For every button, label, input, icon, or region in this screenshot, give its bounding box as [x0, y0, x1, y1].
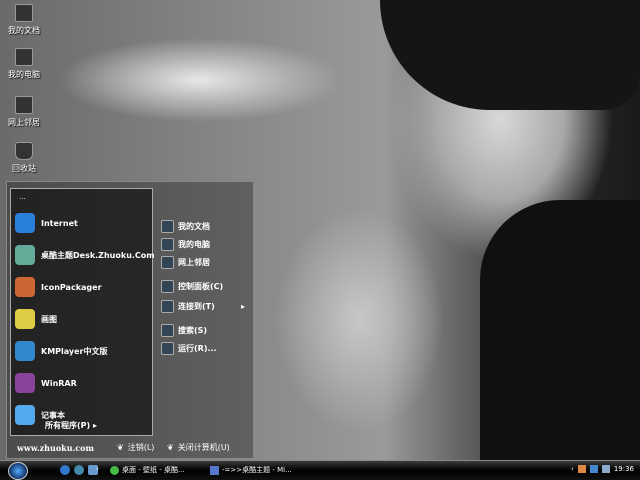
label: WinRAR — [41, 378, 77, 388]
label: 注销(L) — [127, 443, 155, 452]
label: 连接到(T) — [178, 302, 215, 311]
submenu-arrow-icon: ▸ — [241, 302, 246, 311]
label: 搜索(S) — [178, 326, 208, 335]
program-icon — [15, 309, 35, 329]
wallpaper-hair — [380, 0, 640, 110]
all-programs-button[interactable]: 所有程序(P) ▸ — [45, 420, 97, 431]
recycle-bin-icon — [15, 142, 33, 160]
label: 网上邻居 — [178, 258, 210, 267]
shutdown-button[interactable]: ❦ 关闭计算机(U) — [167, 442, 230, 453]
label: 桌酷主题Desk.Zhuoku.Com — [41, 250, 155, 260]
place-item[interactable]: 控制面板(C) — [161, 280, 223, 293]
label: 我的电脑 — [8, 70, 40, 79]
program-icon — [15, 213, 35, 233]
place-item[interactable]: 连接到(T) ▸ — [161, 300, 245, 313]
place-icon — [161, 342, 174, 355]
logoff-button[interactable]: ❦ 注销(L) — [117, 442, 154, 453]
network-tray-icon[interactable] — [589, 465, 598, 473]
browser-icon — [110, 465, 119, 475]
program-icon — [15, 277, 35, 297]
place-item[interactable]: 我的文档 — [161, 220, 210, 233]
label: 回收站 — [12, 164, 36, 173]
program-item[interactable]: Internet — [15, 212, 78, 234]
place-icon — [161, 300, 174, 313]
program-icon — [15, 373, 35, 393]
window-icon — [210, 465, 219, 475]
label: 画图 — [41, 314, 57, 324]
logoff-icon: ❦ — [117, 443, 124, 452]
place-item[interactable]: 搜索(S) — [161, 324, 207, 337]
system-tray: ‹ 19:36 — [571, 465, 634, 473]
program-item[interactable]: KMPlayer中文版 — [15, 340, 108, 362]
place-item[interactable]: 我的电脑 — [161, 238, 210, 251]
label: 控制面板(C) — [178, 282, 224, 291]
ie-quicklaunch-icon[interactable] — [60, 465, 70, 475]
desktop-icon-my-computer[interactable]: 我的电脑 — [2, 48, 46, 80]
program-item[interactable]: 画图 — [15, 308, 57, 330]
place-icon — [161, 220, 174, 233]
place-item[interactable]: 运行(R)... — [161, 342, 217, 355]
program-item[interactable]: 桌酷主题Desk.Zhuoku.Com — [15, 244, 155, 266]
taskbar: › 桌面 - 壁纸 - 桌酷... -=>>桌酷主题 - Mi... ‹ 19:… — [0, 460, 640, 480]
folder-icon — [15, 4, 33, 22]
label: KMPlayer中文版 — [41, 346, 108, 356]
program-icon — [15, 341, 35, 361]
desktop-icon-my-documents[interactable]: 我的文档 — [2, 4, 46, 36]
tray-expand-icon[interactable]: ‹ — [571, 465, 574, 473]
media-quicklaunch-icon[interactable] — [74, 465, 84, 475]
label: 所有程序(P) — [45, 421, 91, 430]
start-button[interactable] — [8, 462, 28, 480]
task-button[interactable]: -=>>桌酷主题 - Mi... — [210, 465, 292, 475]
label: -=>>桌酷主题 - Mi... — [222, 466, 292, 474]
label: Internet — [41, 218, 78, 228]
volume-icon[interactable] — [601, 465, 610, 473]
label: 运行(R)... — [178, 344, 217, 353]
wallpaper-scarf — [480, 200, 640, 460]
label: IconPackager — [41, 282, 102, 292]
label: 记事本 — [41, 410, 65, 420]
network-icon — [15, 96, 33, 114]
label: 我的文档 — [178, 222, 210, 231]
label: 桌面 - 壁纸 - 桌酷... — [122, 466, 185, 474]
program-icon — [15, 245, 35, 265]
place-item[interactable]: 网上邻居 — [161, 256, 210, 269]
place-icon — [161, 238, 174, 251]
place-icon — [161, 280, 174, 293]
tray-app-icon[interactable] — [577, 465, 586, 473]
label: 我的文档 — [8, 26, 40, 35]
user-name: ... — [19, 193, 26, 201]
program-item[interactable]: IconPackager — [15, 276, 102, 298]
shutdown-icon: ❦ — [167, 443, 174, 452]
label: 网上邻居 — [8, 118, 40, 127]
program-icon — [15, 405, 35, 425]
place-icon — [161, 256, 174, 269]
desktop-icon-recycle-bin[interactable]: 回收站 — [2, 142, 46, 174]
label: 我的电脑 — [178, 240, 210, 249]
clock[interactable]: 19:36 — [614, 465, 634, 473]
place-icon — [161, 324, 174, 337]
website-link[interactable]: www.zhuoku.com — [17, 443, 94, 453]
task-button[interactable]: 桌面 - 壁纸 - 桌酷... — [110, 465, 185, 475]
start-menu: ... Internet 桌酷主题Desk.Zhuoku.Com IconPacka… — [6, 181, 254, 459]
computer-icon — [15, 48, 33, 66]
label: 关闭计算机(U) — [177, 443, 230, 452]
program-item[interactable]: WinRAR — [15, 372, 77, 394]
desktop-icon-network[interactable]: 网上邻居 — [2, 96, 46, 128]
quicklaunch-chevron[interactable]: › — [96, 465, 99, 473]
